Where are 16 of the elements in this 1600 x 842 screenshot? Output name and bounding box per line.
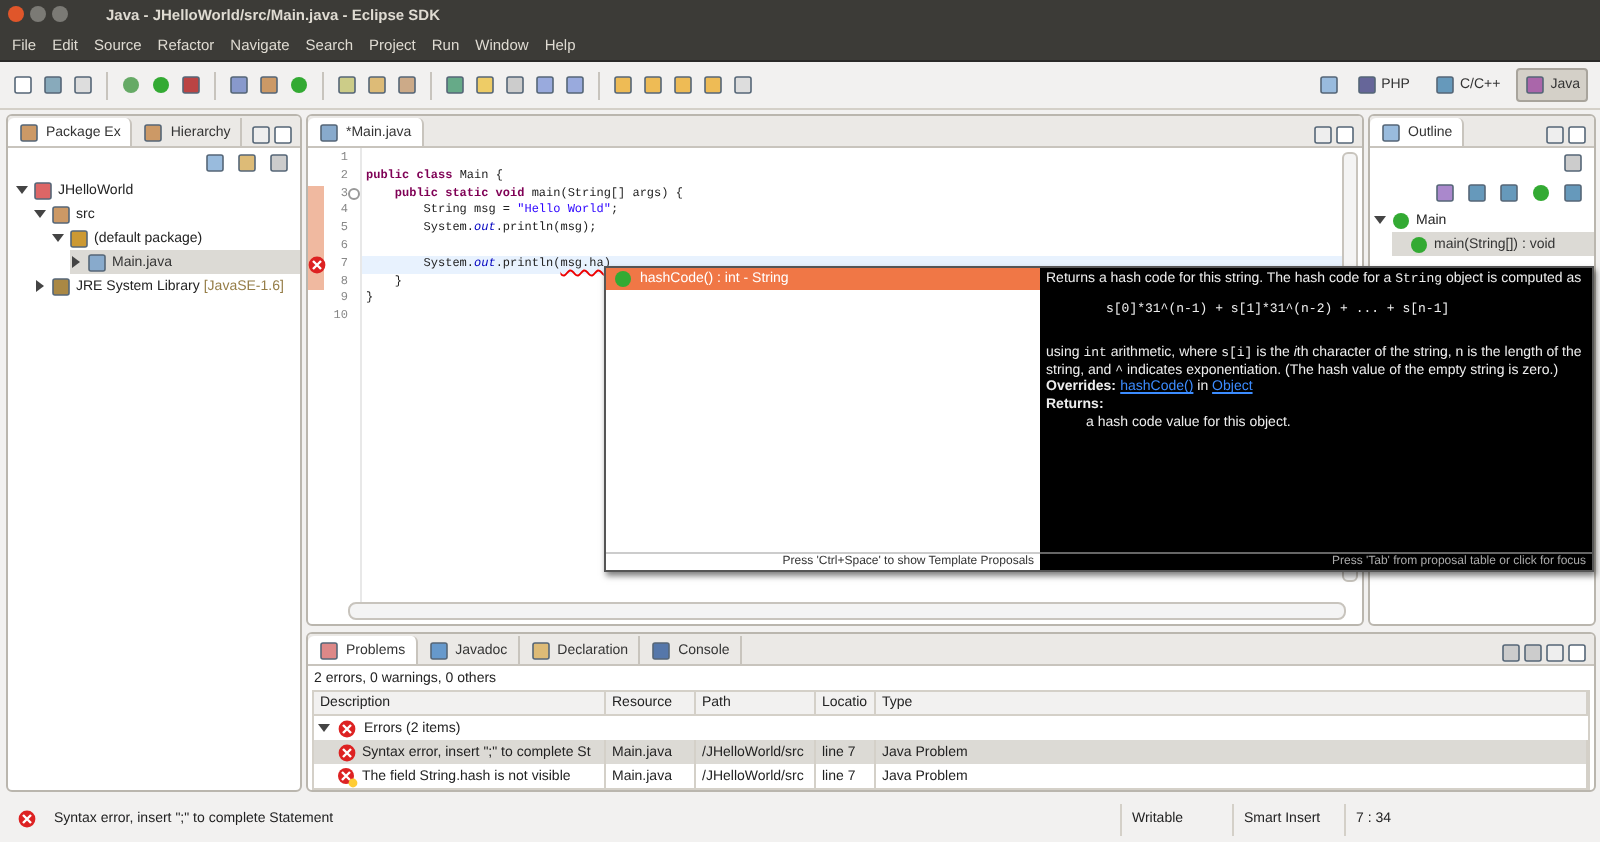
- error-icon: [336, 741, 358, 763]
- minimize-button[interactable]: [30, 6, 46, 22]
- expanded-arrow-icon[interactable]: [34, 208, 46, 220]
- expanded-arrow-icon[interactable]: [52, 232, 64, 244]
- expanded-arrow-icon[interactable]: [318, 722, 330, 734]
- maximize-button[interactable]: [52, 6, 68, 22]
- fold-icon[interactable]: [348, 187, 360, 200]
- expanded-arrow-icon[interactable]: [16, 184, 28, 196]
- collapsed-arrow-icon[interactable]: [34, 280, 46, 292]
- expanded-arrow-icon[interactable]: [1374, 214, 1386, 226]
- close-button[interactable]: [8, 6, 24, 22]
- error-lightbulb-icon: [336, 765, 358, 787]
- error-icon: [16, 808, 38, 830]
- scrollbar[interactable]: [348, 602, 1346, 620]
- collapsed-arrow-icon[interactable]: [70, 256, 82, 268]
- error-icon: [336, 717, 358, 739]
